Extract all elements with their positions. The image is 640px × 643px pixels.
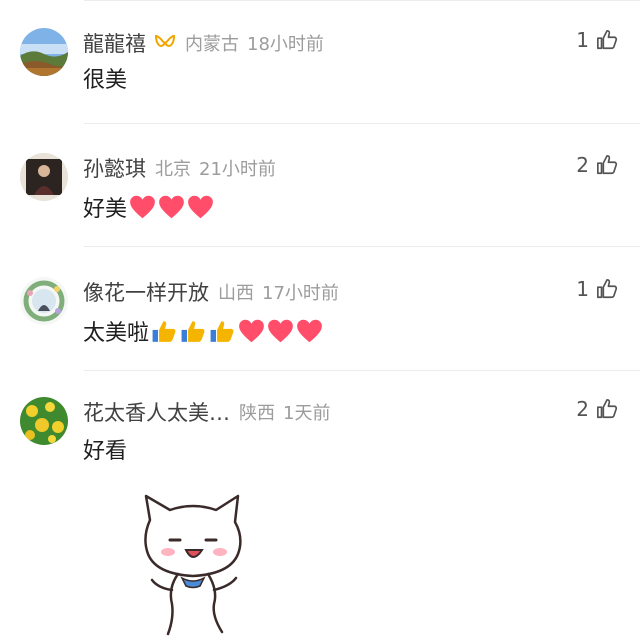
thumbs-up-emoji-icon [181,321,205,342]
like-button[interactable]: 1 [576,277,618,301]
comment-text-content: 很美 [83,68,128,93]
divider [84,370,640,371]
top-divider [84,0,640,1]
comment-text: 很美 [83,62,127,94]
heart-icon [297,319,322,343]
comment-time: 1天前 [283,403,331,424]
comment-meta: 龍龍禧 内蒙古 18小时前 [83,26,324,60]
member-badge-icon [154,34,176,52]
like-count: 2 [576,153,589,177]
comment-time: 17小时前 [262,283,339,304]
like-count: 1 [576,28,589,52]
avatar[interactable] [20,28,68,76]
thumbs-up-icon [597,155,618,175]
heart-icon [159,195,184,219]
comment-item[interactable]: 孙懿琪 北京 21小时前 好美 2 [0,151,640,223]
comment-text: 好美 [83,191,216,223]
avatar[interactable] [20,397,68,445]
user-location: 山西 [218,283,254,304]
comment-text: 好看 [83,433,127,465]
thumbs-up-icon [597,279,618,299]
avatar[interactable] [20,277,68,325]
user-name[interactable]: 龍龍禧 [83,28,146,58]
divider [84,123,640,124]
heart-icon [239,319,264,343]
emoji-row [151,318,325,344]
comment-text: 太美啦 [83,315,325,347]
heart-icon [130,195,155,219]
like-button[interactable]: 2 [576,397,618,421]
thumbs-up-emoji-icon [152,321,176,342]
comment-time: 18小时前 [247,34,324,55]
user-name[interactable]: 花太香人太美… [83,397,230,427]
heart-icon [188,195,213,219]
comment-item[interactable]: 花太香人太美… 陕西 1天前 好看 2 [0,395,640,465]
avatar[interactable] [20,153,68,201]
comment-text-content: 好看 [83,439,128,464]
thumbs-up-icon [597,30,618,50]
user-location: 北京 [155,159,191,180]
like-count: 2 [576,397,589,421]
comment-item[interactable]: 像花一样开放 山西 17小时前 太美啦 1 [0,275,640,347]
thumbs-up-icon [597,399,618,419]
dancing-cat-sticker [138,492,248,639]
like-count: 1 [576,277,589,301]
like-button[interactable]: 1 [576,28,618,52]
comment-meta: 花太香人太美… 陕西 1天前 [83,395,330,429]
user-location: 内蒙古 [185,34,239,55]
divider [84,246,640,247]
comment-text-content: 太美啦 [83,321,150,346]
comment-time: 21小时前 [199,159,276,180]
comment-meta: 孙懿琪 北京 21小时前 [83,151,276,185]
user-name[interactable]: 像花一样开放 [83,277,209,307]
thumbs-up-emoji-icon [210,321,234,342]
heart-icon [268,319,293,343]
comment-text-content: 好美 [83,197,128,222]
user-name[interactable]: 孙懿琪 [83,153,146,183]
comment-meta: 像花一样开放 山西 17小时前 [83,275,339,309]
user-location: 陕西 [239,403,275,424]
comment-item[interactable]: 龍龍禧 内蒙古 18小时前 很美 1 [0,26,640,93]
emoji-row [129,194,216,220]
like-button[interactable]: 2 [576,153,618,177]
